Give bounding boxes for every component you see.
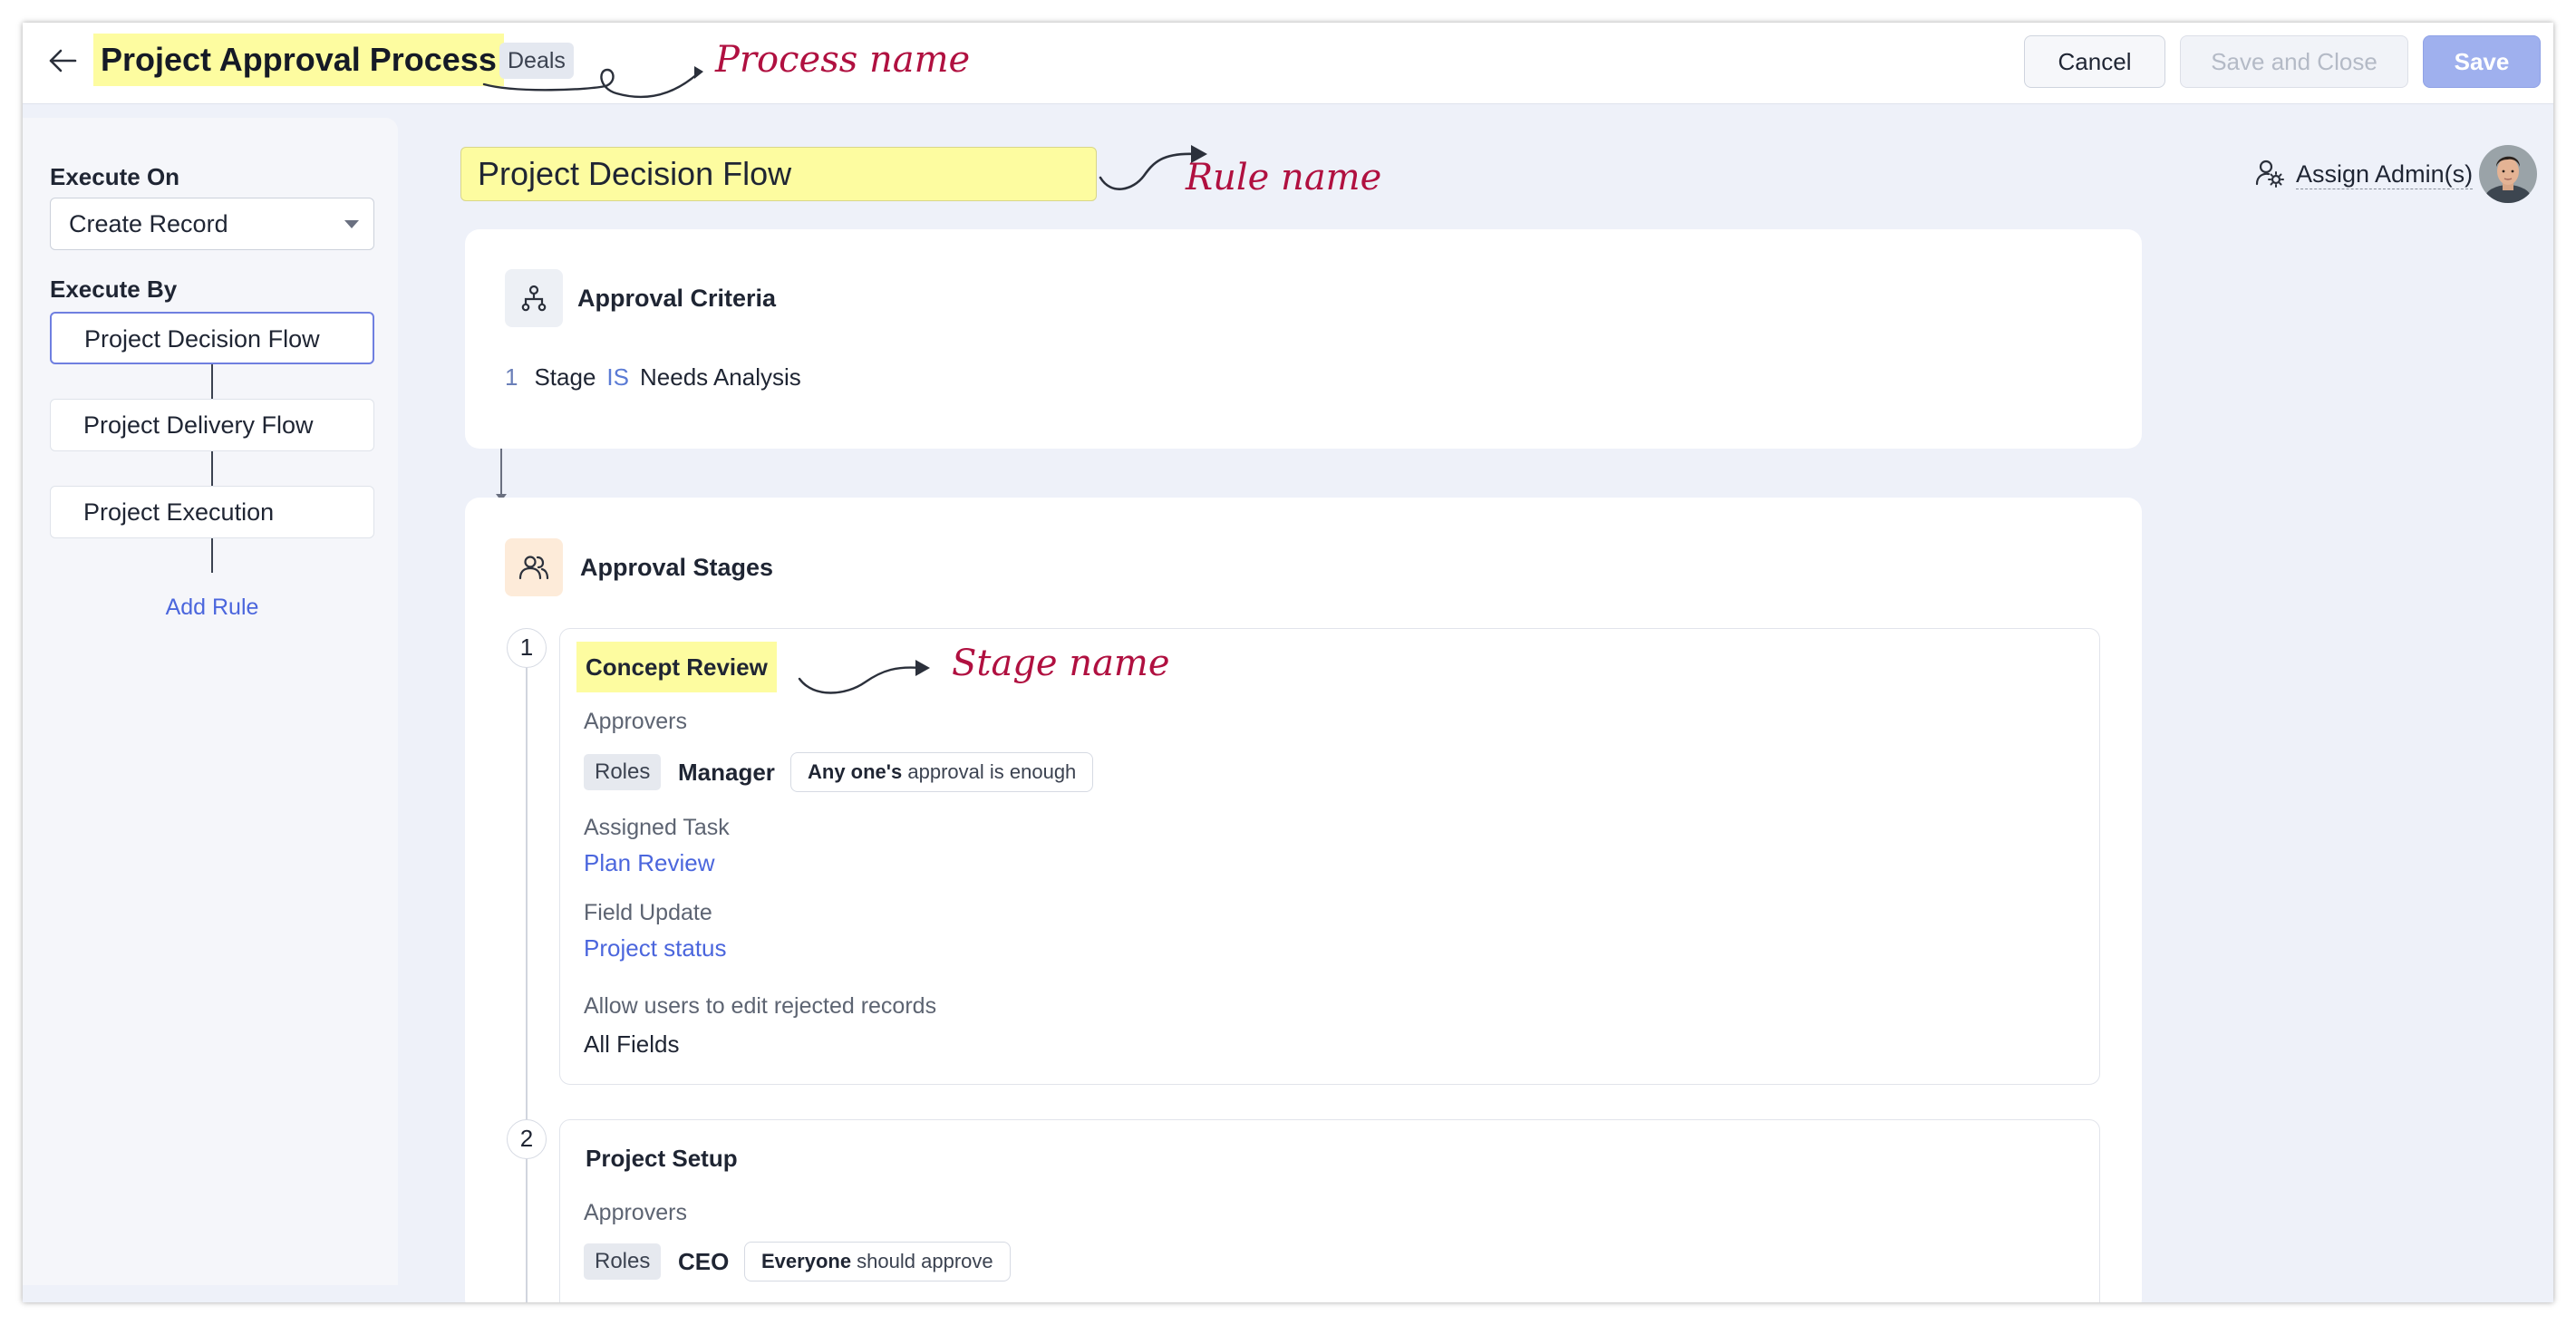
- process-name[interactable]: Project Approval Process: [93, 34, 504, 86]
- field-update-link[interactable]: Project status: [584, 934, 727, 962]
- approver-role: CEO: [678, 1248, 730, 1275]
- edit-rejected-label: Allow users to edit rejected records: [584, 993, 937, 1019]
- approval-type-bold: Any one's: [808, 760, 903, 783]
- users-icon: [505, 538, 563, 596]
- caret-down-icon: [344, 220, 359, 228]
- rule-connector: [211, 364, 213, 399]
- field-update-label: Field Update: [584, 900, 712, 925]
- assigned-task-label: Assigned Task: [584, 815, 730, 840]
- user-gear-icon: [2254, 158, 2285, 193]
- criteria-field: Stage: [534, 363, 596, 391]
- stage-name-annotation-arrow: [798, 660, 930, 694]
- criteria-value: Needs Analysis: [640, 363, 801, 391]
- stage-card[interactable]: Concept Review Approvers Roles Manager A…: [559, 628, 2100, 1085]
- process-name-annotation-arrow: [482, 66, 703, 99]
- rule-connector: [211, 538, 213, 573]
- roles-chip: Roles: [584, 1243, 662, 1280]
- assigned-task-link[interactable]: Plan Review: [584, 849, 715, 877]
- rule-item[interactable]: Project Delivery Flow: [50, 399, 374, 451]
- rule-name-input[interactable]: Project Decision Flow: [460, 147, 1097, 201]
- approval-type-chip: Everyone should approve: [744, 1242, 1011, 1281]
- execute-on-select[interactable]: Create Record: [50, 198, 374, 250]
- execute-on-label: Execute On: [50, 163, 180, 190]
- app-window: Project Approval Process Deals Cancel Sa…: [23, 23, 2553, 1302]
- rule-sidebar: Execute On Create Record Execute By Proj…: [23, 118, 398, 1285]
- roles-chip: Roles: [584, 754, 662, 790]
- approval-criteria-title: Approval Criteria: [577, 285, 777, 312]
- approval-type-chip: Any one's approval is enough: [790, 752, 1094, 792]
- stage-timeline: [526, 648, 528, 1302]
- admin-avatar[interactable]: [2479, 145, 2537, 203]
- approval-type-text: approval is enough: [902, 760, 1077, 783]
- back-arrow-icon[interactable]: [43, 41, 82, 81]
- save-and-close-button[interactable]: Save and Close: [2180, 35, 2408, 88]
- top-bar: Project Approval Process Deals Cancel Sa…: [23, 23, 2553, 104]
- rule-item[interactable]: Project Decision Flow: [50, 312, 374, 364]
- stage-card[interactable]: Project Setup Approvers Roles CEO Everyo…: [559, 1119, 2100, 1302]
- stage-name[interactable]: Concept Review: [576, 642, 777, 692]
- stage-number: 2: [507, 1119, 547, 1159]
- add-rule-link[interactable]: Add Rule: [23, 595, 402, 621]
- process-name-annotation: Process name: [715, 39, 971, 81]
- stage-name[interactable]: Project Setup: [576, 1133, 747, 1184]
- rule-connector: [211, 451, 213, 486]
- execute-on-value: Create Record: [69, 210, 228, 237]
- rule-name-annotation: Rule name: [1186, 157, 1382, 198]
- assign-admin-button[interactable]: Assign Admin(s): [2254, 155, 2474, 195]
- hierarchy-icon: [505, 269, 563, 327]
- criteria-operator: IS: [606, 363, 629, 391]
- stage-number: 1: [507, 628, 547, 668]
- approvers-label: Approvers: [584, 1200, 687, 1225]
- approval-stages-card: Approval Stages 1 Concept Review Approve…: [465, 498, 2142, 1302]
- save-button[interactable]: Save: [2423, 35, 2541, 88]
- criteria-number: 1: [505, 363, 518, 391]
- approval-type-bold: Everyone: [761, 1250, 852, 1272]
- approver-role: Manager: [678, 759, 775, 786]
- rule-item[interactable]: Project Execution: [50, 486, 374, 538]
- cancel-button[interactable]: Cancel: [2024, 35, 2165, 88]
- approval-criteria-card: Approval Criteria 1 Stage IS Needs Analysis: [465, 229, 2142, 449]
- assign-admin-label: Assign Admin(s): [2296, 160, 2474, 189]
- approvers-label: Approvers: [584, 709, 687, 734]
- execute-by-label: Execute By: [50, 276, 178, 303]
- stage-name-annotation: Stage name: [952, 643, 1170, 684]
- approval-type-text: should approve: [851, 1250, 993, 1272]
- criteria-condition[interactable]: 1 Stage IS Needs Analysis: [505, 363, 801, 392]
- edit-rejected-value: All Fields: [584, 1030, 680, 1058]
- flow-connector: [500, 449, 502, 498]
- approval-stages-title: Approval Stages: [580, 554, 774, 581]
